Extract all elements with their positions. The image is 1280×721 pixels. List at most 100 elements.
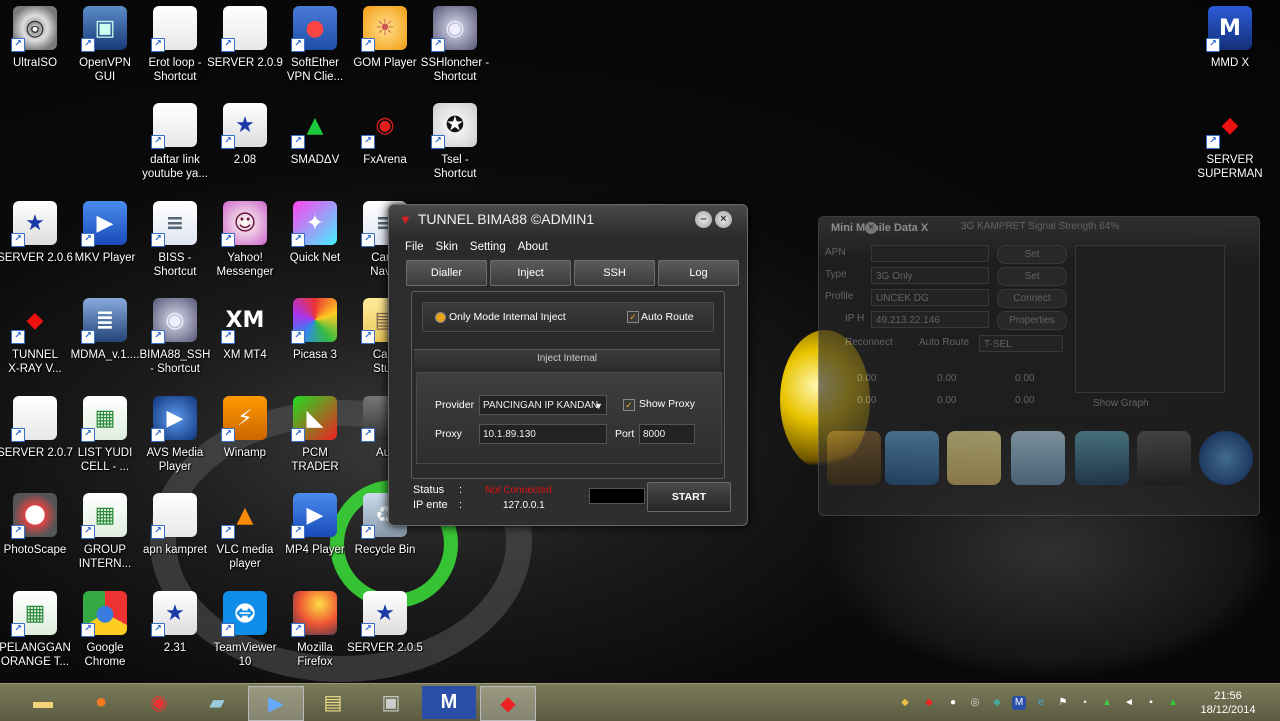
- folder-icon[interactable]: ▬: [16, 686, 70, 719]
- desktop-icon[interactable]: ▶ ↗ MKV Player: [70, 201, 140, 297]
- firefox-icon[interactable]: ●: [74, 686, 128, 719]
- desktop-icon[interactable]: ★ ↗ SERVER 2.0.6: [0, 201, 73, 297]
- start-button[interactable]: START: [647, 482, 731, 512]
- desktop-icon[interactable]: ◉ ↗ FxArena: [350, 103, 420, 199]
- tray-app-icon[interactable]: e: [1034, 696, 1048, 710]
- desktop-icon[interactable]: ◆ ↗ TUNNEL X-RAY V...: [0, 298, 70, 394]
- properties-button[interactable]: Properties: [997, 311, 1067, 330]
- desktop-icon[interactable]: ▣ ↗ OpenVPN GUI: [70, 6, 140, 102]
- tab-ssh[interactable]: SSH: [574, 260, 655, 286]
- mini-mobile-data-window[interactable]: Mini Mobile Data X × 3G KAMPRET Signal S…: [818, 216, 1260, 516]
- desktop-icon[interactable]: ↗ PhotoScape: [0, 493, 70, 589]
- desktop-icon[interactable]: ↗ apn kampret: [140, 493, 210, 589]
- desktop-icon[interactable]: ↗ Mozilla Firefox: [280, 591, 350, 687]
- set-button-1[interactable]: Set: [997, 245, 1067, 264]
- desktop-icon[interactable]: ▲ ↗ SMADΔV: [280, 103, 350, 199]
- desktop-icon[interactable]: ▦ ↗ GROUP INTERN...: [70, 493, 140, 589]
- desktop-icon[interactable]: ◉ ↗ BIMA88_SSH - Shortcut: [140, 298, 210, 394]
- desktop-icon[interactable]: ✪ ↗ Tsel - Shortcut: [420, 103, 490, 199]
- connect-button[interactable]: Connect: [997, 289, 1067, 308]
- tunnel-bima88-window[interactable]: ▼ TUNNEL BIMA88 ©ADMIN1 – × File Skin Se…: [388, 204, 748, 526]
- show-proxy-label[interactable]: Show Proxy: [639, 398, 695, 410]
- desktop-icon[interactable]: ◣ ↗ PCM TRADER: [280, 396, 350, 492]
- terminal-icon[interactable]: [1137, 431, 1191, 485]
- tray-app-icon[interactable]: ◎: [968, 696, 982, 710]
- tray-app-icon[interactable]: ▪: [1078, 696, 1092, 710]
- desktop-icon[interactable]: ◆ ↗ SERVER SUPERMAN: [1195, 103, 1265, 199]
- minimize-icon[interactable]: –: [695, 211, 712, 228]
- desktop-icon[interactable]: ≡ ↗ BISS - Shortcut: [140, 201, 210, 297]
- provider-select[interactable]: PANCINGAN IP KANDAN ▼: [479, 395, 607, 415]
- type-select[interactable]: 3G Only: [871, 267, 989, 284]
- tray-app-icon[interactable]: ▪: [1144, 696, 1158, 710]
- desktop-icon[interactable]: ◎ ↗ UltraISO: [0, 6, 70, 102]
- apn-field[interactable]: [871, 245, 989, 262]
- mail-icon[interactable]: [1011, 431, 1065, 485]
- desktop-icon[interactable]: ↗ SERVER 2.0.7: [0, 396, 73, 492]
- desktop-icon[interactable]: ▶ ↗ AVS Media Player: [140, 396, 210, 492]
- tray-app-icon[interactable]: ◆: [990, 696, 1004, 710]
- tray-mmd-icon[interactable]: M: [1012, 696, 1026, 710]
- desktop-icon[interactable]: ● ↗ Google Chrome: [70, 591, 140, 687]
- usb-icon[interactable]: [1075, 431, 1129, 485]
- menu-file[interactable]: File: [405, 241, 424, 253]
- chrome-icon[interactable]: ◉: [132, 686, 186, 719]
- reconnect-label[interactable]: Reconnect: [845, 337, 893, 348]
- show-graph-label[interactable]: Show Graph: [1093, 398, 1149, 409]
- desktop-icon[interactable]: ↗ Erot loop - Shortcut: [140, 6, 210, 102]
- tray-superman-icon[interactable]: ◆: [922, 696, 936, 710]
- desktop-icon[interactable]: ✦ ↗ Quick Net: [280, 201, 350, 297]
- show-proxy-checkbox[interactable]: ✓: [623, 399, 635, 411]
- sticky-notes-icon[interactable]: ▤: [306, 686, 360, 719]
- tab-dialler[interactable]: Dialler: [406, 260, 487, 286]
- desktop-icon[interactable]: ★ ↗ 2.08: [210, 103, 280, 199]
- close-icon[interactable]: ×: [715, 211, 732, 228]
- clock[interactable]: 21:56 18/12/2014: [1196, 689, 1260, 717]
- only-mode-label[interactable]: Only Mode Internal Inject: [449, 311, 566, 323]
- close-icon[interactable]: ×: [865, 222, 877, 234]
- tab-inject[interactable]: Inject: [490, 260, 571, 286]
- notepad-icon[interactable]: ▰: [190, 686, 244, 719]
- phone-icon[interactable]: [885, 431, 939, 485]
- menu-skin[interactable]: Skin: [436, 241, 458, 253]
- notes-icon[interactable]: [947, 431, 1001, 485]
- desktop-icon[interactable]: ☀ ↗ GOM Player: [350, 6, 420, 102]
- menu-about[interactable]: About: [518, 241, 548, 253]
- desktop-icon[interactable]: ● ↗ SoftEther VPN Clie...: [280, 6, 350, 102]
- flag-icon[interactable]: ⚑: [1056, 696, 1070, 710]
- desktop-icon[interactable]: ★ ↗ SERVER 2.0.5: [347, 591, 423, 687]
- smadav-tray-icon[interactable]: ▲: [1166, 696, 1180, 710]
- profile-select[interactable]: UNCEK DG: [871, 289, 989, 306]
- tray-app-icon[interactable]: ●: [946, 696, 960, 710]
- volume-icon[interactable]: ◄: [1122, 696, 1136, 710]
- proxy-input[interactable]: 10.1.89.130: [479, 424, 607, 444]
- camera-icon[interactable]: ▣: [364, 686, 418, 719]
- auto-route-label[interactable]: Auto Route: [919, 337, 969, 348]
- info-icon[interactable]: [1199, 431, 1253, 485]
- desktop-icon[interactable]: ↗ Picasa 3: [280, 298, 350, 394]
- only-mode-radio[interactable]: [435, 312, 446, 323]
- desktop-icon[interactable]: ▲ ↗ VLC media player: [210, 493, 280, 589]
- desktop-icon[interactable]: XM ↗ XM MT4: [210, 298, 280, 394]
- tray-app-icon[interactable]: ◆: [898, 696, 912, 710]
- desktop-icon[interactable]: ≣ ↗ MDMA_v.1....: [70, 298, 140, 394]
- desktop-icon[interactable]: ↗ SERVER 2.0.9: [207, 6, 283, 102]
- auto-route-label[interactable]: Auto Route: [641, 311, 694, 323]
- desktop-icon[interactable]: M ↗ MMD X: [1195, 6, 1265, 102]
- desktop-icon[interactable]: ⇔ ↗ TeamViewer 10: [210, 591, 280, 687]
- desktop-icon[interactable]: ⚡ ↗ Winamp: [210, 396, 280, 492]
- desktop-icon[interactable]: ▶ ↗ MP4 Player: [280, 493, 350, 589]
- tab-log[interactable]: Log: [658, 260, 739, 286]
- auto-route-checkbox[interactable]: ✓: [627, 311, 639, 323]
- port-input[interactable]: 8000: [639, 424, 695, 444]
- desktop-icon[interactable]: ▦ ↗ LIST YUDI CELL - ...: [70, 396, 140, 492]
- menu-setting[interactable]: Setting: [470, 241, 506, 253]
- folder-icon[interactable]: [827, 431, 881, 485]
- media-player-icon[interactable]: ▶: [248, 686, 304, 721]
- superman-icon[interactable]: ◆: [480, 686, 536, 721]
- tray-network-icon[interactable]: ▲: [1100, 696, 1114, 710]
- desktop-icon[interactable]: ▦ ↗ PELANGGAN ORANGE T...: [0, 591, 71, 687]
- operator-select[interactable]: T-SEL: [979, 335, 1063, 352]
- desktop-icon[interactable]: ★ ↗ 2.31: [140, 591, 210, 687]
- desktop-icon[interactable]: ◉ ↗ SSHloncher - Shortcut: [420, 6, 490, 102]
